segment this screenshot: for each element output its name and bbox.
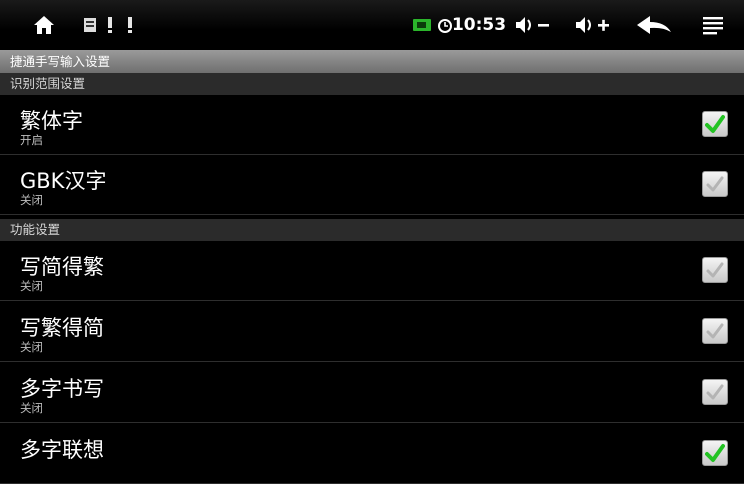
setting-title: 写简得繁 [20, 255, 104, 279]
setting-summary: 关闭 [20, 340, 43, 354]
warning-icon [101, 0, 119, 50]
setting-title: 繁体字 [20, 109, 83, 133]
menu-icon[interactable] [698, 0, 728, 50]
checkbox-checked[interactable] [702, 111, 728, 137]
setting-write-traditional-get-simplified[interactable]: 写繁得简 关闭 [0, 302, 744, 362]
checkbox-unchecked[interactable] [702, 171, 728, 197]
setting-title: 写繁得简 [20, 316, 104, 340]
section-header-function: 功能设置 [0, 219, 744, 241]
checkbox-checked[interactable] [702, 440, 728, 466]
checkbox-unchecked[interactable] [702, 318, 728, 344]
setting-title: GBK汉字 [20, 169, 107, 193]
battery-icon [411, 0, 433, 50]
setting-summary: 关闭 [20, 193, 43, 207]
home-icon[interactable] [30, 0, 58, 50]
setting-summary: 关闭 [20, 401, 43, 415]
back-icon[interactable] [634, 0, 674, 50]
checkbox-unchecked[interactable] [702, 257, 728, 283]
setting-gbk-chars[interactable]: GBK汉字 关闭 [0, 155, 744, 215]
volume-up-icon[interactable] [571, 0, 615, 50]
clock: 10:53 [451, 15, 507, 35]
setting-summary: 开启 [20, 133, 43, 147]
setting-summary: 关闭 [20, 279, 43, 293]
setting-multi-char-writing[interactable]: 多字书写 关闭 [0, 363, 744, 423]
volume-down-icon[interactable] [511, 0, 555, 50]
setting-multi-char-association[interactable]: 多字联想 [0, 424, 744, 484]
warning-icon [121, 0, 139, 50]
setting-title: 多字联想 [20, 438, 104, 462]
status-bar: 10:53 [0, 0, 744, 50]
setting-write-simplified-get-traditional[interactable]: 写简得繁 关闭 [0, 241, 744, 301]
checkbox-unchecked[interactable] [702, 379, 728, 405]
setting-title: 多字书写 [20, 377, 104, 401]
section-header-recognition-range: 识别范围设置 [0, 73, 744, 95]
notification-icon [80, 0, 100, 50]
setting-traditional-chars[interactable]: 繁体字 开启 [0, 95, 744, 155]
page-title: 捷通手写输入设置 [0, 50, 744, 73]
